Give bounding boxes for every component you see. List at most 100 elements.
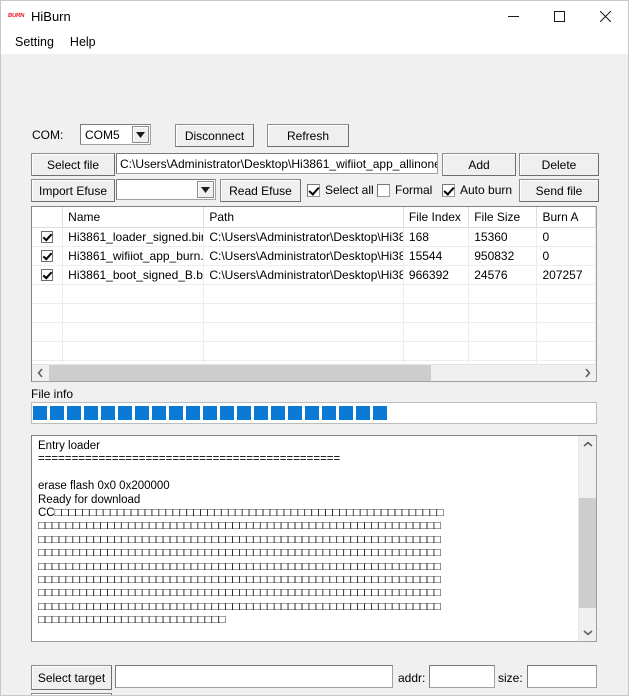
addr-input[interactable] bbox=[429, 665, 495, 688]
file-path-input[interactable]: C:\Users\Administrator\Desktop\Hi3861_wi… bbox=[116, 153, 438, 174]
row-file-index-empty bbox=[404, 304, 470, 322]
progress-segment bbox=[254, 406, 268, 420]
table-header-file-size[interactable]: File Size bbox=[469, 207, 538, 227]
maximize-icon bbox=[553, 10, 565, 22]
client-area: COM: COM5 Disconnect Refresh Select file… bbox=[1, 54, 628, 695]
auto-burn-checkbox[interactable]: Auto burn bbox=[442, 183, 512, 197]
row-file-size-empty bbox=[469, 342, 538, 360]
checkbox-indicator bbox=[41, 250, 54, 262]
select-target-button[interactable]: Select target bbox=[31, 665, 112, 690]
row-file-index-empty bbox=[404, 323, 470, 341]
chevron-down-icon[interactable] bbox=[579, 624, 596, 641]
table-row-empty[interactable] bbox=[32, 342, 596, 361]
row-file-size: 24576 bbox=[469, 266, 538, 284]
row-burn-addr-empty bbox=[537, 285, 596, 303]
row-checkbox-empty bbox=[32, 342, 64, 360]
row-name-empty bbox=[63, 323, 205, 341]
progress-segment bbox=[356, 406, 370, 420]
add-button[interactable]: Add bbox=[442, 153, 516, 176]
close-button[interactable] bbox=[582, 1, 628, 31]
progress-segment bbox=[322, 406, 336, 420]
log-output-panel[interactable]: Entry loader ===========================… bbox=[31, 435, 597, 642]
target-input[interactable] bbox=[115, 665, 393, 688]
row-file-size-empty bbox=[469, 285, 538, 303]
row-file-index-empty bbox=[404, 342, 470, 360]
import-efuse-button[interactable]: Import Efuse bbox=[31, 179, 115, 202]
efuse-select[interactable] bbox=[116, 179, 216, 200]
minimize-button[interactable] bbox=[490, 1, 536, 31]
size-input[interactable] bbox=[527, 665, 597, 688]
hiburn-window: BURN HiBurn Setting Help COM: COM5 Disco… bbox=[0, 0, 629, 696]
table-header-burn-addr[interactable]: Burn A bbox=[537, 207, 596, 227]
row-burn-addr-empty bbox=[537, 342, 596, 360]
table-row-empty[interactable] bbox=[32, 323, 596, 342]
progress-segment bbox=[220, 406, 234, 420]
maximize-button[interactable] bbox=[536, 1, 582, 31]
row-file-index: 966392 bbox=[404, 266, 470, 284]
window-controls bbox=[490, 1, 628, 31]
row-name: Hi3861_boot_signed_B.bin bbox=[63, 266, 205, 284]
send-file-button[interactable]: Send file bbox=[519, 179, 599, 202]
progress-segment bbox=[67, 406, 81, 420]
row-path-empty bbox=[204, 285, 404, 303]
table-header-name[interactable]: Name bbox=[63, 207, 205, 227]
progress-segment bbox=[186, 406, 200, 420]
select-file-button[interactable]: Select file bbox=[31, 153, 115, 176]
menu-item-help[interactable]: Help bbox=[62, 33, 104, 51]
table-row[interactable]: Hi3861_boot_signed_B.bin C:\Users\Admini… bbox=[32, 266, 596, 285]
table-horizontal-scrollbar[interactable] bbox=[32, 364, 596, 381]
row-path: C:\Users\Administrator\Desktop\Hi38... bbox=[204, 247, 404, 265]
row-checkbox[interactable] bbox=[32, 266, 64, 284]
row-path-empty bbox=[204, 304, 404, 322]
row-file-index: 15544 bbox=[404, 247, 470, 265]
com-port-value: COM5 bbox=[85, 127, 120, 142]
progress-segment bbox=[135, 406, 149, 420]
formal-checkbox[interactable]: Formal bbox=[377, 183, 432, 197]
log-vertical-scrollbar[interactable] bbox=[578, 436, 596, 641]
row-path: C:\Users\Administrator\Desktop\Hi38... bbox=[204, 266, 404, 284]
row-checkbox-empty bbox=[32, 304, 64, 322]
progress-segment bbox=[101, 406, 115, 420]
select-all-checkbox[interactable]: Select all bbox=[307, 183, 374, 197]
row-checkbox[interactable] bbox=[32, 228, 64, 246]
disconnect-button[interactable]: Disconnect bbox=[175, 124, 254, 147]
row-file-size: 950832 bbox=[469, 247, 538, 265]
table-row[interactable]: Hi3861_loader_signed.bin C:\Users\Admini… bbox=[32, 228, 596, 247]
progress-segment bbox=[33, 406, 47, 420]
progress-segment bbox=[152, 406, 166, 420]
menu-item-setting[interactable]: Setting bbox=[7, 33, 62, 51]
chevron-down-icon[interactable] bbox=[132, 126, 149, 143]
table-header: Name Path File Index File Size Burn A bbox=[32, 207, 596, 228]
file-info-label: File info bbox=[31, 387, 74, 401]
refresh-button[interactable]: Refresh bbox=[267, 124, 349, 147]
checkbox-indicator bbox=[41, 269, 54, 281]
progress-segment bbox=[203, 406, 217, 420]
com-port-select[interactable]: COM5 bbox=[80, 124, 151, 145]
table-row-empty[interactable] bbox=[32, 285, 596, 304]
log-content: Entry loader ===========================… bbox=[38, 440, 444, 627]
progress-segment bbox=[271, 406, 285, 420]
hscroll-track[interactable] bbox=[49, 365, 579, 381]
row-file-index-empty bbox=[404, 285, 470, 303]
table-row-empty[interactable] bbox=[32, 304, 596, 323]
hscroll-thumb[interactable] bbox=[49, 365, 431, 381]
progress-segment bbox=[118, 406, 132, 420]
table-header-checkbox[interactable] bbox=[32, 207, 64, 227]
vscroll-thumb[interactable] bbox=[579, 498, 596, 608]
row-burn-addr: 0 bbox=[537, 247, 596, 265]
select-all-label: Select all bbox=[325, 183, 374, 197]
row-checkbox-empty bbox=[32, 285, 64, 303]
chevron-down-icon[interactable] bbox=[197, 181, 214, 198]
row-checkbox[interactable] bbox=[32, 247, 64, 265]
table-header-file-index[interactable]: File Index bbox=[403, 207, 470, 227]
burn-progress-bar bbox=[31, 402, 597, 424]
table-header-path[interactable]: Path bbox=[204, 207, 404, 227]
delete-button[interactable]: Delete bbox=[519, 153, 599, 176]
progress-segment bbox=[305, 406, 319, 420]
chevron-left-icon[interactable] bbox=[32, 365, 49, 381]
read-efuse-button[interactable]: Read Efuse bbox=[220, 179, 301, 202]
chevron-up-icon[interactable] bbox=[579, 436, 596, 453]
chevron-right-icon[interactable] bbox=[579, 365, 596, 381]
table-row[interactable]: Hi3861_wifiiot_app_burn... C:\Users\Admi… bbox=[32, 247, 596, 266]
row-name: Hi3861_loader_signed.bin bbox=[63, 228, 205, 246]
